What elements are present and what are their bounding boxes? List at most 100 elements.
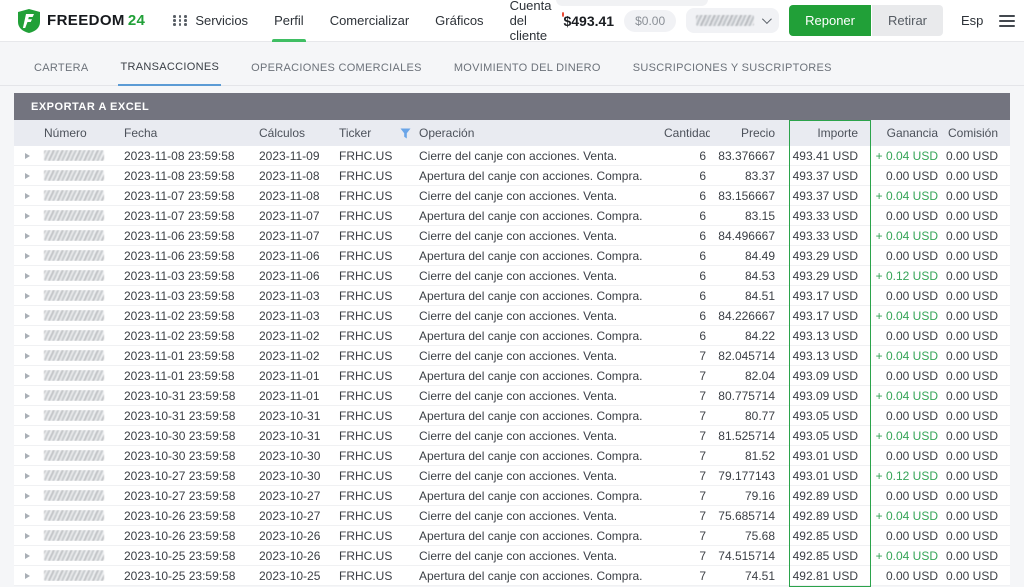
cell-calculos: 2023-10-27 <box>255 489 335 503</box>
menu-icon[interactable] <box>999 15 1015 27</box>
redacted-number <box>44 270 104 281</box>
col-header-cantidad[interactable]: Cantidad <box>660 126 710 140</box>
expand-row-button[interactable] <box>14 473 40 479</box>
brand-logo[interactable]: FREEDOM24 <box>18 9 145 33</box>
table-row[interactable]: 2023-11-03 23:59:582023-11-03FRHC.USAper… <box>14 286 1010 306</box>
expand-row-button[interactable] <box>14 513 40 519</box>
table-row[interactable]: 2023-11-01 23:59:582023-11-02FRHC.USCier… <box>14 346 1010 366</box>
tab-suscripciones-y-suscriptores[interactable]: SUSCRIPCIONES Y SUSCRIPTORES <box>631 52 834 85</box>
table-row[interactable]: 2023-11-07 23:59:582023-11-08FRHC.USCier… <box>14 186 1010 206</box>
table-row[interactable]: 2023-11-02 23:59:582023-11-03FRHC.USCier… <box>14 306 1010 326</box>
cell-numero-redacted <box>40 210 120 221</box>
expand-row-button[interactable] <box>14 173 40 179</box>
col-header-calculos[interactable]: Cálculos <box>255 126 335 140</box>
expand-row-button[interactable] <box>14 433 40 439</box>
expand-row-button[interactable] <box>14 573 40 579</box>
cell-operacion: Apertura del canje con acciones. Compra. <box>415 209 660 223</box>
cell-fecha: 2023-11-03 23:59:58 <box>120 289 255 303</box>
col-header-importe[interactable]: Importe <box>785 126 870 140</box>
table-row[interactable]: 2023-10-27 23:59:582023-10-27FRHC.USAper… <box>14 486 1010 506</box>
tab-cartera[interactable]: CARTERA <box>32 52 90 85</box>
expand-row-button[interactable] <box>14 353 40 359</box>
tab-operaciones-comerciales[interactable]: OPERACIONES COMERCIALES <box>249 52 424 85</box>
col-header-comision[interactable]: Comisión <box>940 126 1008 140</box>
cell-calculos: 2023-11-01 <box>255 389 335 403</box>
redacted-number <box>44 410 104 421</box>
cell-ticker: FRHC.US <box>335 269 415 283</box>
cell-precio: 84.49 <box>710 249 785 263</box>
expand-row-button[interactable] <box>14 213 40 219</box>
table-row[interactable]: 2023-10-30 23:59:582023-10-31FRHC.USCier… <box>14 426 1010 446</box>
expand-row-button[interactable] <box>14 533 40 539</box>
expand-row-button[interactable] <box>14 153 40 159</box>
expand-row-button[interactable] <box>14 393 40 399</box>
cell-precio: 75.68 <box>710 529 785 543</box>
cell-calculos: 2023-10-31 <box>255 429 335 443</box>
table-row[interactable]: 2023-11-02 23:59:582023-11-02FRHC.USAper… <box>14 326 1010 346</box>
col-header-operacion[interactable]: Operación <box>415 126 660 140</box>
language-selector[interactable]: Esp <box>961 13 983 28</box>
tab-transacciones[interactable]: TRANSACCIONES <box>118 51 221 86</box>
deposit-button[interactable]: Reponer <box>789 5 871 36</box>
table-row[interactable]: 2023-10-26 23:59:582023-10-26FRHC.USAper… <box>14 526 1010 546</box>
export-to-excel-button[interactable]: EXPORTAR A EXCEL <box>14 93 1010 120</box>
table-row[interactable]: 2023-11-06 23:59:582023-11-06FRHC.USAper… <box>14 246 1010 266</box>
account-selector[interactable] <box>686 8 779 33</box>
cell-numero-redacted <box>40 290 120 301</box>
expand-row-button[interactable] <box>14 553 40 559</box>
tab-movimiento-del-dinero[interactable]: MOVIMIENTO DEL DINERO <box>452 52 603 85</box>
table-row[interactable]: 2023-10-31 23:59:582023-10-31FRHC.USAper… <box>14 406 1010 426</box>
nav-item-servicios[interactable]: Servicios <box>173 0 248 42</box>
table-row[interactable]: 2023-11-07 23:59:582023-11-07FRHC.USAper… <box>14 206 1010 226</box>
cell-cantidad: 7 <box>660 489 710 503</box>
table-row[interactable]: 2023-10-31 23:59:582023-11-01FRHC.USCier… <box>14 386 1010 406</box>
expand-row-button[interactable] <box>14 313 40 319</box>
table-row[interactable]: 2023-11-03 23:59:582023-11-06FRHC.USCier… <box>14 266 1010 286</box>
caret-right-icon <box>25 353 30 359</box>
expand-row-button[interactable] <box>14 273 40 279</box>
cell-ganancia: + 0.04 USD <box>870 349 940 363</box>
cell-ganancia: + 0.04 USD <box>870 149 940 163</box>
cell-comision: 0.00 USD <box>940 469 1008 483</box>
table-row[interactable]: 2023-10-25 23:59:582023-10-26FRHC.USCier… <box>14 546 1010 566</box>
cell-cantidad: 7 <box>660 389 710 403</box>
cell-calculos: 2023-10-27 <box>255 509 335 523</box>
col-header-ganancia[interactable]: Ganancia <box>870 126 940 140</box>
cell-importe: 493.41 USD <box>785 149 870 163</box>
withdraw-button[interactable]: Retirar <box>872 5 943 36</box>
table-row[interactable]: 2023-11-08 23:59:582023-11-09FRHC.USCier… <box>14 146 1010 166</box>
nav-item-cuenta-del-cliente[interactable]: Cuenta del cliente <box>510 0 564 42</box>
expand-row-button[interactable] <box>14 413 40 419</box>
col-header-ticker[interactable]: Ticker <box>335 126 415 140</box>
col-header-numero[interactable]: Número <box>40 126 120 140</box>
nav-item-graficos[interactable]: Gráficos <box>435 0 483 42</box>
table-row[interactable]: 2023-10-25 23:59:582023-10-25FRHC.USAper… <box>14 566 1010 586</box>
table-row[interactable]: 2023-10-30 23:59:582023-10-30FRHC.USAper… <box>14 446 1010 466</box>
col-header-fecha[interactable]: Fecha <box>120 126 255 140</box>
table-row[interactable]: 2023-11-06 23:59:582023-11-07FRHC.USCier… <box>14 226 1010 246</box>
cell-cantidad: 7 <box>660 509 710 523</box>
cell-ganancia: 0.00 USD <box>870 489 940 503</box>
caret-right-icon <box>25 553 30 559</box>
cell-cantidad: 7 <box>660 569 710 583</box>
expand-row-button[interactable] <box>14 333 40 339</box>
nav-item-perfil[interactable]: Perfil <box>274 0 304 42</box>
table-row[interactable]: 2023-10-27 23:59:582023-10-30FRHC.USCier… <box>14 466 1010 486</box>
col-header-precio[interactable]: Precio <box>710 126 785 140</box>
expand-row-button[interactable] <box>14 253 40 259</box>
cell-importe: 493.13 USD <box>785 329 870 343</box>
nav-item-comercializar[interactable]: Comercializar <box>330 0 409 42</box>
filter-icon[interactable] <box>400 128 411 139</box>
redacted-number <box>44 330 104 341</box>
expand-row-button[interactable] <box>14 193 40 199</box>
expand-row-button[interactable] <box>14 233 40 239</box>
table-row[interactable]: 2023-11-08 23:59:582023-11-08FRHC.USAper… <box>14 166 1010 186</box>
expand-row-button[interactable] <box>14 293 40 299</box>
cell-fecha: 2023-10-26 23:59:58 <box>120 529 255 543</box>
expand-row-button[interactable] <box>14 453 40 459</box>
table-row[interactable]: 2023-11-01 23:59:582023-11-01FRHC.USAper… <box>14 366 1010 386</box>
expand-row-button[interactable] <box>14 493 40 499</box>
table-row[interactable]: 2023-10-26 23:59:582023-10-27FRHC.USCier… <box>14 506 1010 526</box>
cell-cantidad: 6 <box>660 249 710 263</box>
expand-row-button[interactable] <box>14 373 40 379</box>
